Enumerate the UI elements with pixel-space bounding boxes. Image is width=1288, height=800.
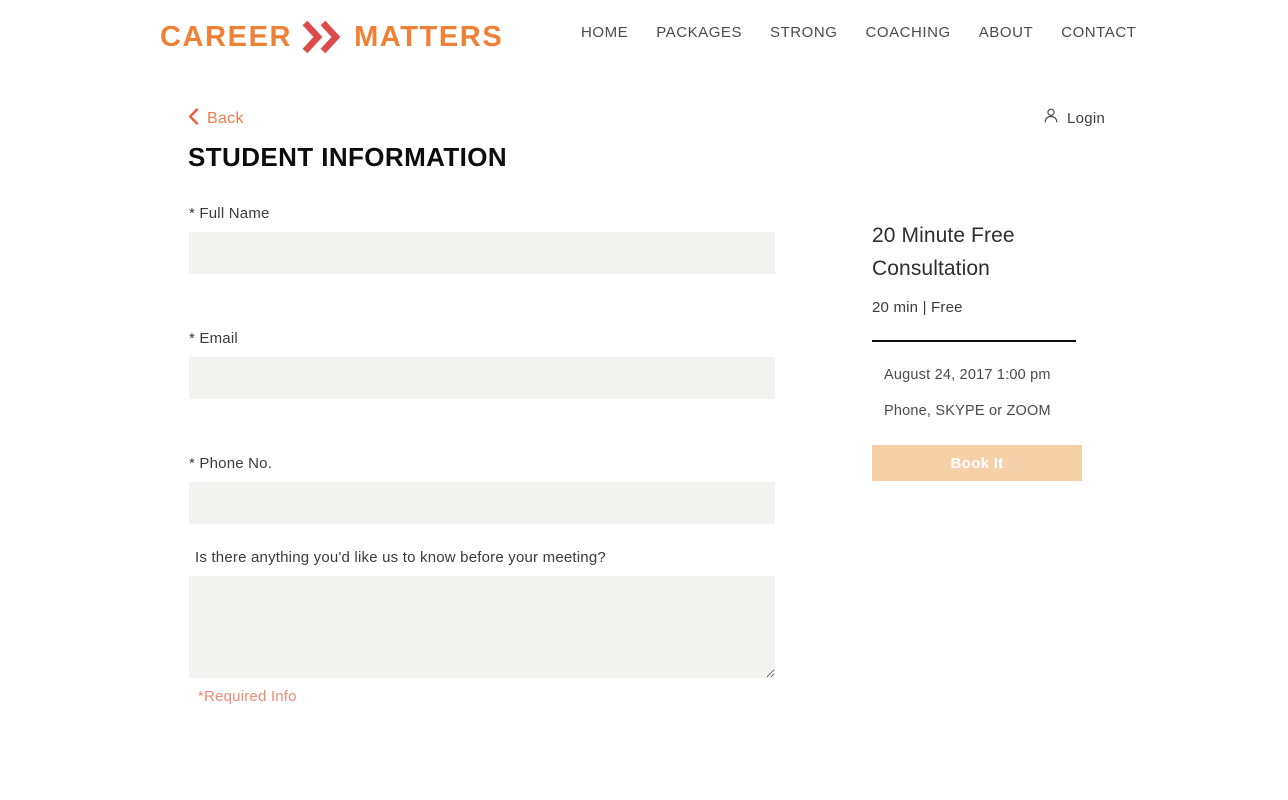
email-label: * Email <box>189 330 238 347</box>
nav-item-contact[interactable]: CONTACT <box>1047 24 1150 41</box>
full-name-input[interactable] <box>189 232 775 274</box>
page-title: STUDENT INFORMATION <box>188 142 508 172</box>
phone-label: * Phone No. <box>189 455 273 472</box>
nav-item-coaching[interactable]: COACHING <box>852 24 965 41</box>
field-group-message: Is there anything you'd like us to know … <box>189 549 775 678</box>
field-group-phone: * Phone No. <box>189 455 775 524</box>
back-link[interactable]: Back <box>188 108 244 129</box>
book-it-button[interactable]: Book It <box>872 445 1082 482</box>
back-label: Back <box>207 109 244 127</box>
login-link[interactable]: Login <box>1044 108 1105 128</box>
message-textarea[interactable] <box>189 576 775 678</box>
booking-duration-price: 20 min | Free <box>872 299 963 317</box>
logo-chevrons-icon <box>303 20 343 54</box>
student-information-form: * Full Name * Email * Phone No. Is there… <box>189 205 775 678</box>
required-info-note: *Required Info <box>198 688 297 705</box>
booking-title: 20 Minute Free Consultation <box>872 224 1015 280</box>
nav-item-strong[interactable]: STRONG <box>756 24 851 41</box>
logo-word-career: CAREER <box>160 20 293 53</box>
field-group-email: * Email <box>189 330 775 399</box>
main-navigation: HOME PACKAGES STRONG COACHING ABOUT CONT… <box>575 24 1150 41</box>
nav-item-about[interactable]: ABOUT <box>965 24 1047 41</box>
nav-item-packages[interactable]: PACKAGES <box>642 24 756 41</box>
login-label: Login <box>1067 109 1106 127</box>
email-input[interactable] <box>189 357 775 399</box>
user-icon <box>1044 108 1058 128</box>
message-label: Is there anything you'd like us to know … <box>195 549 606 566</box>
booking-summary-card: 20 Minute Free Consultation 20 min | Fre… <box>872 220 1082 482</box>
field-group-full-name: * Full Name <box>189 205 775 274</box>
booking-divider <box>872 340 1076 343</box>
booking-datetime: August 24, 2017 1:00 pm <box>884 367 1051 384</box>
booking-location: Phone, SKYPE or ZOOM <box>884 403 1051 420</box>
chevron-left-icon <box>188 108 199 129</box>
full-name-label: * Full Name <box>189 205 270 222</box>
phone-input[interactable] <box>189 482 775 524</box>
nav-item-home[interactable]: HOME <box>575 24 642 41</box>
site-header: CAREER MATTERS HOME PACKAGES STRONG COAC… <box>0 0 1288 70</box>
logo-word-matters: MATTERS <box>354 20 504 53</box>
site-logo[interactable]: CAREER MATTERS <box>160 18 503 56</box>
page-root: CAREER MATTERS HOME PACKAGES STRONG COAC… <box>0 0 1288 800</box>
